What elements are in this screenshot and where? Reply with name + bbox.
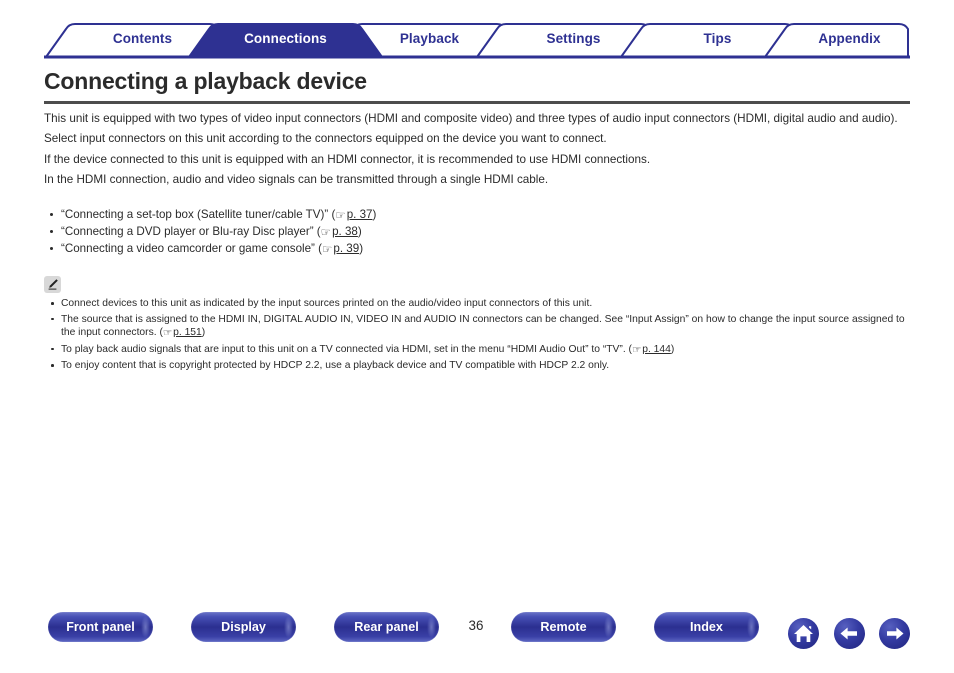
tab-appendix[interactable]: Appendix bbox=[765, 21, 934, 57]
list-item: The source that is assigned to the HDMI … bbox=[44, 313, 910, 341]
rear-panel-button[interactable]: Rear panel bbox=[334, 612, 439, 642]
list-item: “Connecting a video camcorder or game co… bbox=[44, 241, 910, 258]
page-number: 36 bbox=[468, 618, 484, 633]
page-reference-number: p. 151 bbox=[173, 327, 202, 339]
page-title: Connecting a playback device bbox=[44, 68, 367, 94]
note-text: To play back audio signals that are inpu… bbox=[61, 343, 632, 355]
list-item: “Connecting a DVD player or Blu-ray Disc… bbox=[44, 224, 910, 241]
tab-bar: Contents Connections Playback Settings T… bbox=[44, 21, 910, 59]
page-reference-link[interactable]: ☞p. 144 bbox=[632, 343, 671, 356]
pointing-hand-icon: ☞ bbox=[162, 328, 173, 340]
intro-paragraph-3: If the device connected to this unit is … bbox=[44, 152, 651, 166]
page-reference-link[interactable]: ☞p. 39 bbox=[321, 242, 360, 257]
display-button[interactable]: Display bbox=[191, 612, 296, 642]
page-reference-link[interactable]: ☞p. 38 bbox=[320, 225, 358, 240]
link-suffix: ) bbox=[372, 208, 377, 222]
pencil-icon bbox=[44, 275, 61, 293]
note-suffix: ) bbox=[201, 327, 206, 339]
related-links-list: “Connecting a set-top box (Satellite tun… bbox=[44, 207, 910, 258]
page-reference-number: p. 144 bbox=[642, 343, 671, 355]
list-item: To play back audio signals that are inpu… bbox=[44, 343, 910, 358]
index-button[interactable]: Index bbox=[654, 612, 759, 642]
footer-nav: Front panel Display Rear panel 36 Remote… bbox=[0, 612, 954, 667]
note-block: Connect devices to this unit as indicate… bbox=[44, 275, 910, 373]
pointing-hand-icon: ☞ bbox=[320, 226, 332, 240]
content-area: This unit is equipped with two types of … bbox=[44, 111, 910, 375]
link-text: “Connecting a video camcorder or game co… bbox=[61, 242, 322, 256]
list-item: “Connecting a set-top box (Satellite tun… bbox=[44, 207, 910, 224]
title-underline bbox=[44, 101, 910, 104]
link-suffix: ) bbox=[359, 242, 364, 256]
pointing-hand-icon: ☞ bbox=[632, 344, 642, 356]
front-panel-button[interactable]: Front panel bbox=[48, 612, 153, 642]
note-text: To enjoy content that is copyright prote… bbox=[61, 360, 610, 372]
list-item: Connect devices to this unit as indicate… bbox=[44, 297, 910, 311]
intro-paragraph-1: This unit is equipped with two types of … bbox=[44, 112, 898, 125]
page-reference-number: p. 37 bbox=[346, 208, 373, 222]
page-reference-link[interactable]: ☞p. 37 bbox=[335, 208, 373, 223]
arrow-left-icon[interactable] bbox=[834, 618, 865, 649]
pointing-hand-icon: ☞ bbox=[335, 209, 346, 223]
link-text: “Connecting a DVD player or Blu-ray Disc… bbox=[61, 225, 321, 239]
note-text: Connect devices to this unit as indicate… bbox=[61, 297, 593, 309]
remote-button[interactable]: Remote bbox=[511, 612, 616, 642]
intro-paragraph-2: Select input connectors on this unit acc… bbox=[44, 132, 607, 146]
page-reference-number: p. 39 bbox=[333, 242, 360, 256]
pointing-hand-icon: ☞ bbox=[321, 243, 333, 257]
arrow-right-icon[interactable] bbox=[879, 618, 910, 649]
link-text: “Connecting a set-top box (Satellite tun… bbox=[61, 208, 336, 222]
list-item: To enjoy content that is copyright prote… bbox=[44, 359, 910, 373]
intro-paragraph-4: In the HDMI connection, audio and video … bbox=[44, 172, 549, 186]
home-icon[interactable] bbox=[788, 618, 819, 649]
page-reference-number: p. 38 bbox=[332, 225, 358, 239]
note-list: Connect devices to this unit as indicate… bbox=[44, 297, 910, 373]
link-suffix: ) bbox=[357, 225, 362, 239]
note-suffix: ) bbox=[670, 343, 675, 355]
page-reference-link[interactable]: ☞p. 151 bbox=[162, 327, 202, 340]
